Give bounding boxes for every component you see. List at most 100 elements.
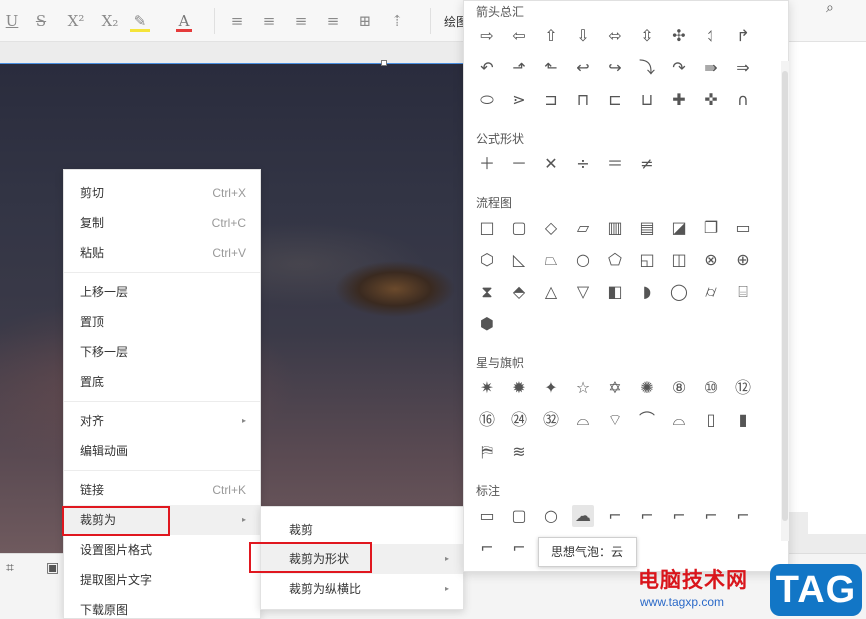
shape-0-10-icon[interactable]: ⬏ bbox=[508, 57, 530, 79]
shape-4-5-icon[interactable]: ⌐ bbox=[636, 505, 658, 527]
shape-2-0-icon[interactable]: □ bbox=[476, 217, 498, 239]
menu-item-extract-text[interactable]: 提取图片文字 bbox=[64, 565, 260, 595]
shape-0-16-icon[interactable]: ⇛ bbox=[700, 57, 722, 79]
shape-3-3-icon[interactable]: ☆ bbox=[572, 377, 594, 399]
shape-2-13-icon[interactable]: ⬠ bbox=[604, 249, 626, 271]
shape-0-7-icon[interactable]: ⥑ bbox=[700, 25, 722, 47]
menu-item-bring-forward[interactable]: 上移一层 bbox=[64, 277, 260, 307]
shape-0-5-icon[interactable]: ⇳ bbox=[636, 25, 658, 47]
shape-1-0-icon[interactable]: ＋ bbox=[476, 153, 498, 175]
align-left-icon[interactable]: ≡ bbox=[228, 10, 246, 32]
shape-3-15-icon[interactable]: ⌓ bbox=[668, 409, 690, 431]
shape-2-27-icon[interactable]: ⬢ bbox=[476, 313, 498, 335]
shape-1-1-icon[interactable]: － bbox=[508, 153, 530, 175]
shape-4-7-icon[interactable]: ⌐ bbox=[700, 505, 722, 527]
menu-item-send-backward[interactable]: 下移一层 bbox=[64, 337, 260, 367]
menu-item-paste[interactable]: 粘贴 Ctrl+V bbox=[64, 238, 260, 268]
shape-3-16-icon[interactable]: ▯ bbox=[700, 409, 722, 431]
shape-2-16-icon[interactable]: ⊗ bbox=[700, 249, 722, 271]
justify-icon[interactable]: ≡ bbox=[324, 10, 342, 32]
shape-0-13-icon[interactable]: ↪ bbox=[604, 57, 626, 79]
shape-3-19-icon[interactable]: ≋ bbox=[508, 441, 530, 463]
shape-4-1-icon[interactable]: ▢ bbox=[508, 505, 530, 527]
shape-3-12-icon[interactable]: ⌓ bbox=[572, 409, 594, 431]
shape-2-26-icon[interactable]: ⌸ bbox=[732, 281, 754, 303]
shape-3-14-icon[interactable]: ⌒ bbox=[636, 409, 658, 431]
shape-4-10-icon[interactable]: ⌐ bbox=[508, 537, 530, 559]
shape-0-1-icon[interactable]: ⇦ bbox=[508, 25, 530, 47]
search-icon[interactable]: ⌕ bbox=[826, 0, 834, 16]
shape-3-1-icon[interactable]: ✹ bbox=[508, 377, 530, 399]
shape-2-9-icon[interactable]: ⬡ bbox=[476, 249, 498, 271]
shape-2-11-icon[interactable]: ⏢ bbox=[540, 249, 562, 271]
menu-item-format-picture[interactable]: 设置图片格式 bbox=[64, 535, 260, 565]
shape-1-2-icon[interactable]: ✕ bbox=[540, 153, 562, 175]
shape-0-9-icon[interactable]: ↶ bbox=[476, 57, 498, 79]
align-right-icon[interactable]: ≡ bbox=[292, 10, 310, 32]
shape-2-17-icon[interactable]: ⊕ bbox=[732, 249, 754, 271]
menu-item-bring-to-front[interactable]: 置顶 bbox=[64, 307, 260, 337]
submenu-item-crop[interactable]: 裁剪 bbox=[261, 515, 463, 545]
shape-3-17-icon[interactable]: ▮ bbox=[732, 409, 754, 431]
shape-2-12-icon[interactable]: ○ bbox=[572, 249, 594, 271]
shape-0-17-icon[interactable]: ⇒ bbox=[732, 57, 754, 79]
shape-2-23-icon[interactable]: ◗ bbox=[636, 281, 658, 303]
shape-1-4-icon[interactable]: ＝ bbox=[604, 153, 626, 175]
menu-item-edit-animation[interactable]: 编辑动画 bbox=[64, 436, 260, 466]
shape-2-8-icon[interactable]: ▭ bbox=[732, 217, 754, 239]
menu-item-copy[interactable]: 复制 Ctrl+C bbox=[64, 208, 260, 238]
highlight-icon[interactable]: ✎ bbox=[130, 10, 150, 32]
crop-icon[interactable]: ⌗ bbox=[6, 560, 14, 576]
shape-3-6-icon[interactable]: ⑧ bbox=[668, 377, 690, 399]
font-color-icon[interactable]: A bbox=[176, 10, 192, 32]
shape-3-2-icon[interactable]: ✦ bbox=[540, 377, 562, 399]
shape-3-10-icon[interactable]: ㉔ bbox=[508, 409, 530, 431]
menu-item-link[interactable]: 链接 Ctrl+K bbox=[64, 475, 260, 505]
shape-0-22-icon[interactable]: ⊏ bbox=[604, 89, 626, 111]
align-center-icon[interactable]: ≡ bbox=[260, 10, 278, 32]
shape-2-19-icon[interactable]: ⬘ bbox=[508, 281, 530, 303]
shape-0-25-icon[interactable]: ✜ bbox=[700, 89, 722, 111]
shape-2-14-icon[interactable]: ◱ bbox=[636, 249, 658, 271]
shape-0-26-icon[interactable]: ∩ bbox=[732, 89, 754, 111]
menu-item-send-to-back[interactable]: 置底 bbox=[64, 367, 260, 397]
shape-0-11-icon[interactable]: ⬑ bbox=[540, 57, 562, 79]
shape-2-1-icon[interactable]: ▢ bbox=[508, 217, 530, 239]
shape-1-3-icon[interactable]: ÷ bbox=[572, 153, 594, 175]
shape-0-3-icon[interactable]: ⇩ bbox=[572, 25, 594, 47]
shape-2-10-icon[interactable]: ◺ bbox=[508, 249, 530, 271]
submenu-item-crop-to-aspect-ratio[interactable]: 裁剪为纵横比 ▸ bbox=[261, 574, 463, 604]
shape-3-0-icon[interactable]: ✷ bbox=[476, 377, 498, 399]
shape-2-7-icon[interactable]: ❐ bbox=[700, 217, 722, 239]
shape-0-15-icon[interactable]: ↷ bbox=[668, 57, 690, 79]
shape-2-3-icon[interactable]: ▱ bbox=[572, 217, 594, 239]
shape-2-21-icon[interactable]: ▽ bbox=[572, 281, 594, 303]
shape-3-13-icon[interactable]: ⌔ bbox=[604, 409, 626, 431]
shape-0-2-icon[interactable]: ⇧ bbox=[540, 25, 562, 47]
shape-2-15-icon[interactable]: ◫ bbox=[668, 249, 690, 271]
shape-4-4-icon[interactable]: ⌐ bbox=[604, 505, 626, 527]
shape-4-9-icon[interactable]: ⌐ bbox=[476, 537, 498, 559]
shape-2-18-icon[interactable]: ⧗ bbox=[476, 281, 498, 303]
shape-0-20-icon[interactable]: ⊐ bbox=[540, 89, 562, 111]
menu-item-download-original[interactable]: 下载原图 bbox=[64, 595, 260, 619]
line-spacing-icon[interactable]: ⇡ bbox=[388, 10, 406, 32]
shape-0-4-icon[interactable]: ⬄ bbox=[604, 25, 626, 47]
superscript-icon[interactable]: X² bbox=[64, 10, 88, 32]
shape-0-6-icon[interactable]: ✣ bbox=[668, 25, 690, 47]
shape-3-9-icon[interactable]: ⑯ bbox=[476, 409, 498, 431]
shape-0-24-icon[interactable]: ✚ bbox=[668, 89, 690, 111]
shape-4-6-icon[interactable]: ⌐ bbox=[668, 505, 690, 527]
shape-0-19-icon[interactable]: ⋗ bbox=[508, 89, 530, 111]
shape-2-6-icon[interactable]: ◪ bbox=[668, 217, 690, 239]
shape-4-3-icon[interactable]: ☁ bbox=[572, 505, 594, 527]
scrollbar-thumb[interactable] bbox=[782, 71, 788, 521]
shape-0-14-icon[interactable]: ⤵ bbox=[636, 57, 658, 79]
shape-2-2-icon[interactable]: ◇ bbox=[540, 217, 562, 239]
shape-0-23-icon[interactable]: ⊔ bbox=[636, 89, 658, 111]
shape-0-12-icon[interactable]: ↩ bbox=[572, 57, 594, 79]
shape-2-5-icon[interactable]: ▤ bbox=[636, 217, 658, 239]
shape-3-18-icon[interactable]: ⛿ bbox=[476, 441, 498, 463]
menu-item-align[interactable]: 对齐 ▸ bbox=[64, 406, 260, 436]
shape-1-5-icon[interactable]: ≠ bbox=[636, 153, 658, 175]
